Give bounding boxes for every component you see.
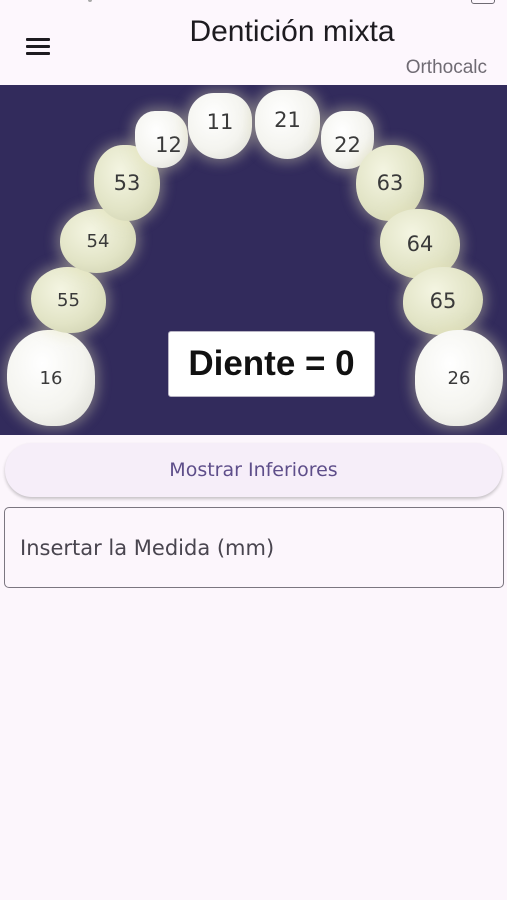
- tooth-65[interactable]: 65: [403, 267, 483, 335]
- app-name: Orthocalc: [405, 57, 487, 78]
- tooth-12[interactable]: 12: [135, 111, 188, 168]
- tooth-11[interactable]: 11: [188, 93, 252, 159]
- show-lower-teeth-button[interactable]: Mostrar Inferiores: [5, 443, 502, 497]
- app-bar: Dentición mixta Orthocalc: [0, 0, 507, 85]
- page-title: Dentición mixta: [189, 15, 395, 48]
- selected-tooth-display: Diente = 0: [168, 331, 375, 397]
- measurement-input[interactable]: [4, 507, 504, 588]
- tooth-55[interactable]: 55: [31, 267, 106, 333]
- status-indicator-icon: [471, 0, 495, 4]
- tooth-16[interactable]: 16: [7, 330, 95, 426]
- status-dot: [88, 0, 92, 2]
- hamburger-menu-icon[interactable]: [20, 30, 60, 62]
- tooth-21[interactable]: 21: [255, 90, 320, 159]
- tooth-26[interactable]: 26: [415, 330, 503, 426]
